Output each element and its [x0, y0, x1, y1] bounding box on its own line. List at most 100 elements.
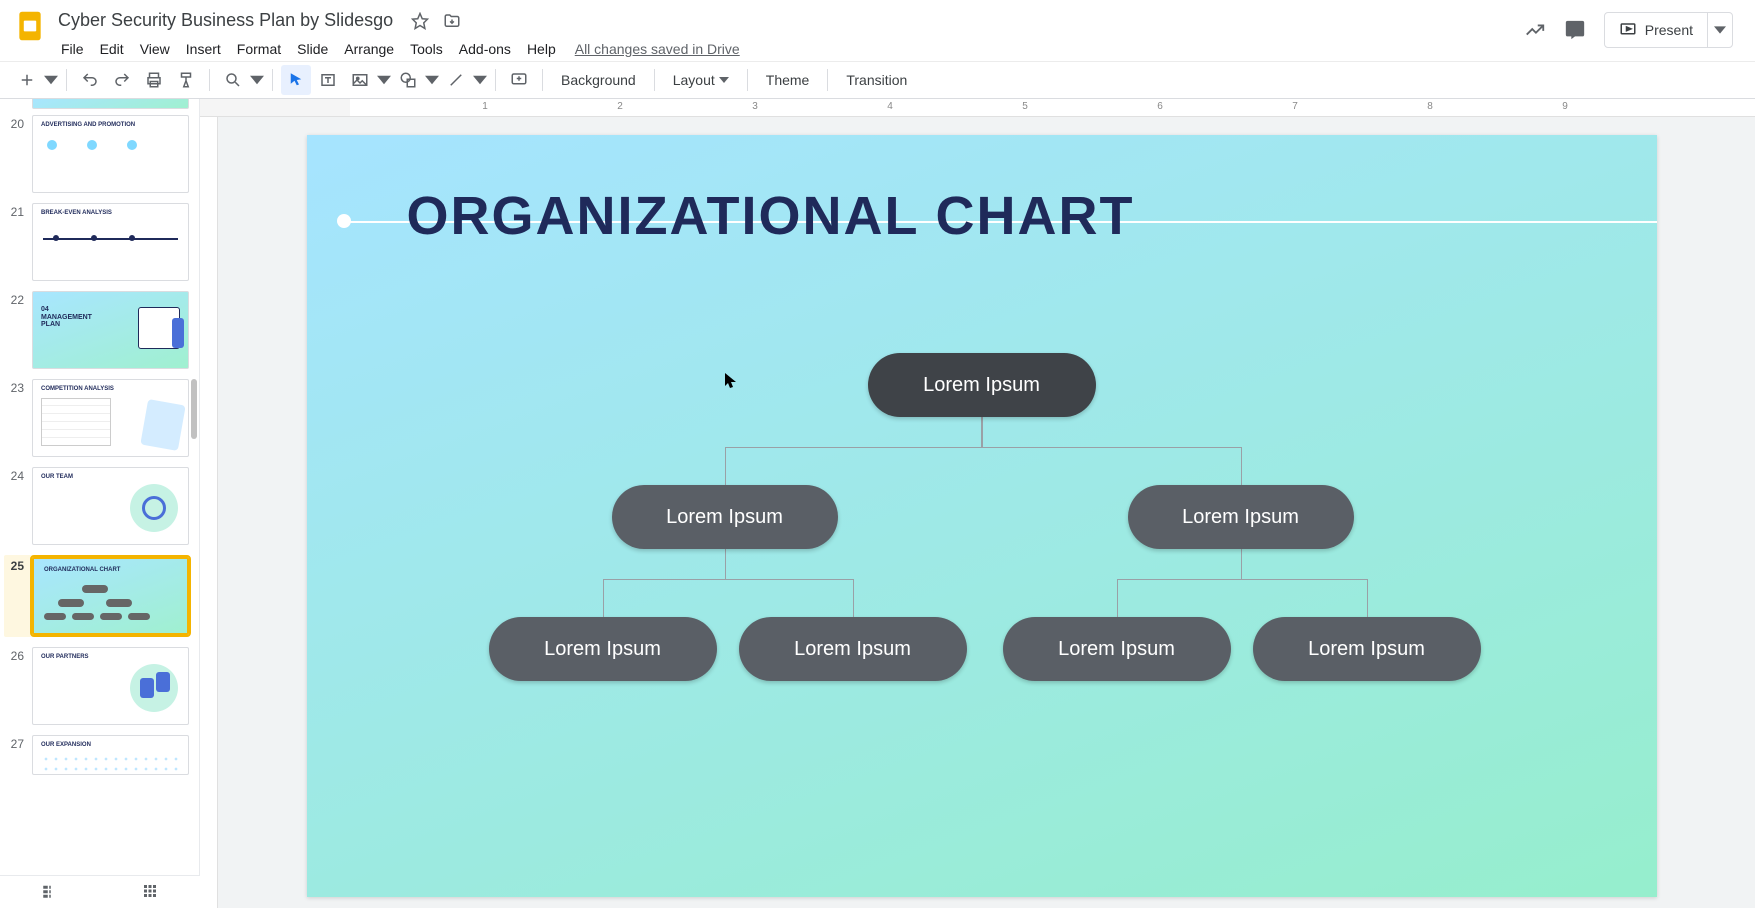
filmstrip-view-icon[interactable] — [41, 882, 59, 905]
redo-button[interactable] — [107, 65, 137, 95]
menu-arrange[interactable]: Arrange — [337, 37, 401, 61]
filmstrip-footer — [0, 875, 200, 911]
org-connector[interactable] — [725, 447, 726, 485]
org-node-leaf-3[interactable]: Lorem Ipsum — [1003, 617, 1231, 681]
org-node-leaf-1[interactable]: Lorem Ipsum — [489, 617, 717, 681]
present-label: Present — [1645, 22, 1693, 38]
slide-thumbnail-23[interactable]: 23 COMPETITION ANALYSIS — [4, 379, 189, 457]
add-comment-button[interactable] — [504, 65, 534, 95]
cursor-icon — [725, 373, 737, 389]
separator — [209, 69, 210, 91]
separator — [495, 69, 496, 91]
org-connector[interactable] — [603, 579, 604, 617]
slide-thumbnail-partial[interactable] — [32, 99, 189, 109]
slide-number: 22 — [4, 291, 24, 307]
save-status[interactable]: All changes saved in Drive — [565, 37, 750, 61]
slide-number: 21 — [4, 203, 24, 219]
slide-thumbnail-26[interactable]: 26 OUR PARTNERS — [4, 647, 189, 725]
editor-area: 1 2 3 4 5 6 7 8 9 ORGANIZATIONAL CHART — [200, 99, 1755, 908]
org-node-leaf-4[interactable]: Lorem Ipsum — [1253, 617, 1481, 681]
shape-dropdown[interactable] — [425, 65, 439, 95]
menu-format[interactable]: Format — [230, 37, 288, 61]
menu-addons[interactable]: Add-ons — [452, 37, 518, 61]
paint-format-button[interactable] — [171, 65, 201, 95]
org-connector[interactable] — [853, 579, 854, 617]
slide-thumbnail-25[interactable]: 25 ORGANIZATIONAL CHART — [4, 555, 189, 637]
background-button[interactable]: Background — [551, 68, 646, 92]
star-icon[interactable] — [411, 12, 429, 30]
filmstrip[interactable]: 20 ADVERTISING AND PROMOTION 21 BREAK-EV… — [0, 99, 200, 908]
menu-help[interactable]: Help — [520, 37, 563, 61]
slide-number: 26 — [4, 647, 24, 663]
org-connector[interactable] — [981, 417, 983, 447]
org-connector[interactable] — [1117, 579, 1118, 617]
zoom-dropdown[interactable] — [250, 65, 264, 95]
new-slide-dropdown[interactable] — [44, 65, 58, 95]
slide-number: 27 — [4, 735, 24, 751]
menu-tools[interactable]: Tools — [403, 37, 450, 61]
slide-canvas[interactable]: ORGANIZATIONAL CHART Lorem Ipsum Lorem I… — [307, 135, 1657, 897]
image-dropdown[interactable] — [377, 65, 391, 95]
separator — [542, 69, 543, 91]
slide-number: 23 — [4, 379, 24, 395]
menu-view[interactable]: View — [133, 37, 177, 61]
slide-thumbnail-27[interactable]: 27 OUR EXPANSION — [4, 735, 189, 775]
grid-view-icon[interactable] — [141, 882, 159, 905]
slide-thumbnail-24[interactable]: 24 OUR TEAM — [4, 467, 189, 545]
present-options-dropdown[interactable] — [1707, 13, 1732, 47]
menu-insert[interactable]: Insert — [179, 37, 228, 61]
layout-label: Layout — [673, 72, 715, 88]
slide-thumbnail-22[interactable]: 22 04MANAGEMENTPLAN — [4, 291, 189, 369]
transition-button[interactable]: Transition — [836, 68, 917, 92]
present-button-group: Present — [1604, 12, 1733, 48]
comments-icon[interactable] — [1564, 19, 1586, 41]
title-decorative-dot — [337, 214, 351, 228]
slide-number: 25 — [4, 557, 24, 573]
menu-slide[interactable]: Slide — [290, 37, 335, 61]
org-node-root[interactable]: Lorem Ipsum — [868, 353, 1096, 417]
image-tool[interactable] — [345, 65, 375, 95]
separator — [747, 69, 748, 91]
line-tool[interactable] — [441, 65, 471, 95]
slide-title[interactable]: ORGANIZATIONAL CHART — [407, 185, 1135, 247]
org-connector[interactable] — [1241, 447, 1242, 485]
org-node-level2-left[interactable]: Lorem Ipsum — [612, 485, 838, 549]
org-connector[interactable] — [725, 447, 1241, 448]
org-node-level2-right[interactable]: Lorem Ipsum — [1128, 485, 1354, 549]
separator — [827, 69, 828, 91]
org-connector[interactable] — [1241, 549, 1242, 579]
zoom-button[interactable] — [218, 65, 248, 95]
doc-title[interactable]: Cyber Security Business Plan by Slidesgo — [54, 8, 397, 33]
slide-number: 20 — [4, 115, 24, 131]
slide-thumbnail-20[interactable]: 20 ADVERTISING AND PROMOTION — [4, 115, 189, 193]
shape-tool[interactable] — [393, 65, 423, 95]
menu-file[interactable]: File — [54, 37, 91, 61]
filmstrip-scrollbar[interactable] — [191, 379, 197, 439]
org-connector[interactable] — [725, 549, 726, 579]
menubar: File Edit View Insert Format Slide Arran… — [54, 33, 1524, 61]
print-button[interactable] — [139, 65, 169, 95]
ruler-horizontal[interactable]: 1 2 3 4 5 6 7 8 9 — [200, 99, 1755, 117]
layout-button[interactable]: Layout — [663, 68, 739, 92]
activity-icon[interactable] — [1524, 19, 1546, 41]
ruler-vertical[interactable] — [200, 117, 218, 908]
present-button[interactable]: Present — [1605, 13, 1707, 47]
org-connector[interactable] — [1367, 579, 1368, 617]
org-connector[interactable] — [1117, 579, 1367, 580]
select-tool[interactable] — [281, 65, 311, 95]
move-to-folder-icon[interactable] — [443, 12, 461, 30]
separator — [272, 69, 273, 91]
org-connector[interactable] — [603, 579, 853, 580]
slide-number: 24 — [4, 467, 24, 483]
slide-thumbnail-21[interactable]: 21 BREAK-EVEN ANALYSIS — [4, 203, 189, 281]
slides-logo-icon[interactable] — [12, 8, 48, 44]
org-node-leaf-2[interactable]: Lorem Ipsum — [739, 617, 967, 681]
separator — [654, 69, 655, 91]
theme-button[interactable]: Theme — [756, 68, 820, 92]
new-slide-button[interactable] — [12, 65, 42, 95]
workspace: 20 ADVERTISING AND PROMOTION 21 BREAK-EV… — [0, 99, 1755, 908]
line-dropdown[interactable] — [473, 65, 487, 95]
menu-edit[interactable]: Edit — [93, 37, 131, 61]
textbox-tool[interactable] — [313, 65, 343, 95]
undo-button[interactable] — [75, 65, 105, 95]
